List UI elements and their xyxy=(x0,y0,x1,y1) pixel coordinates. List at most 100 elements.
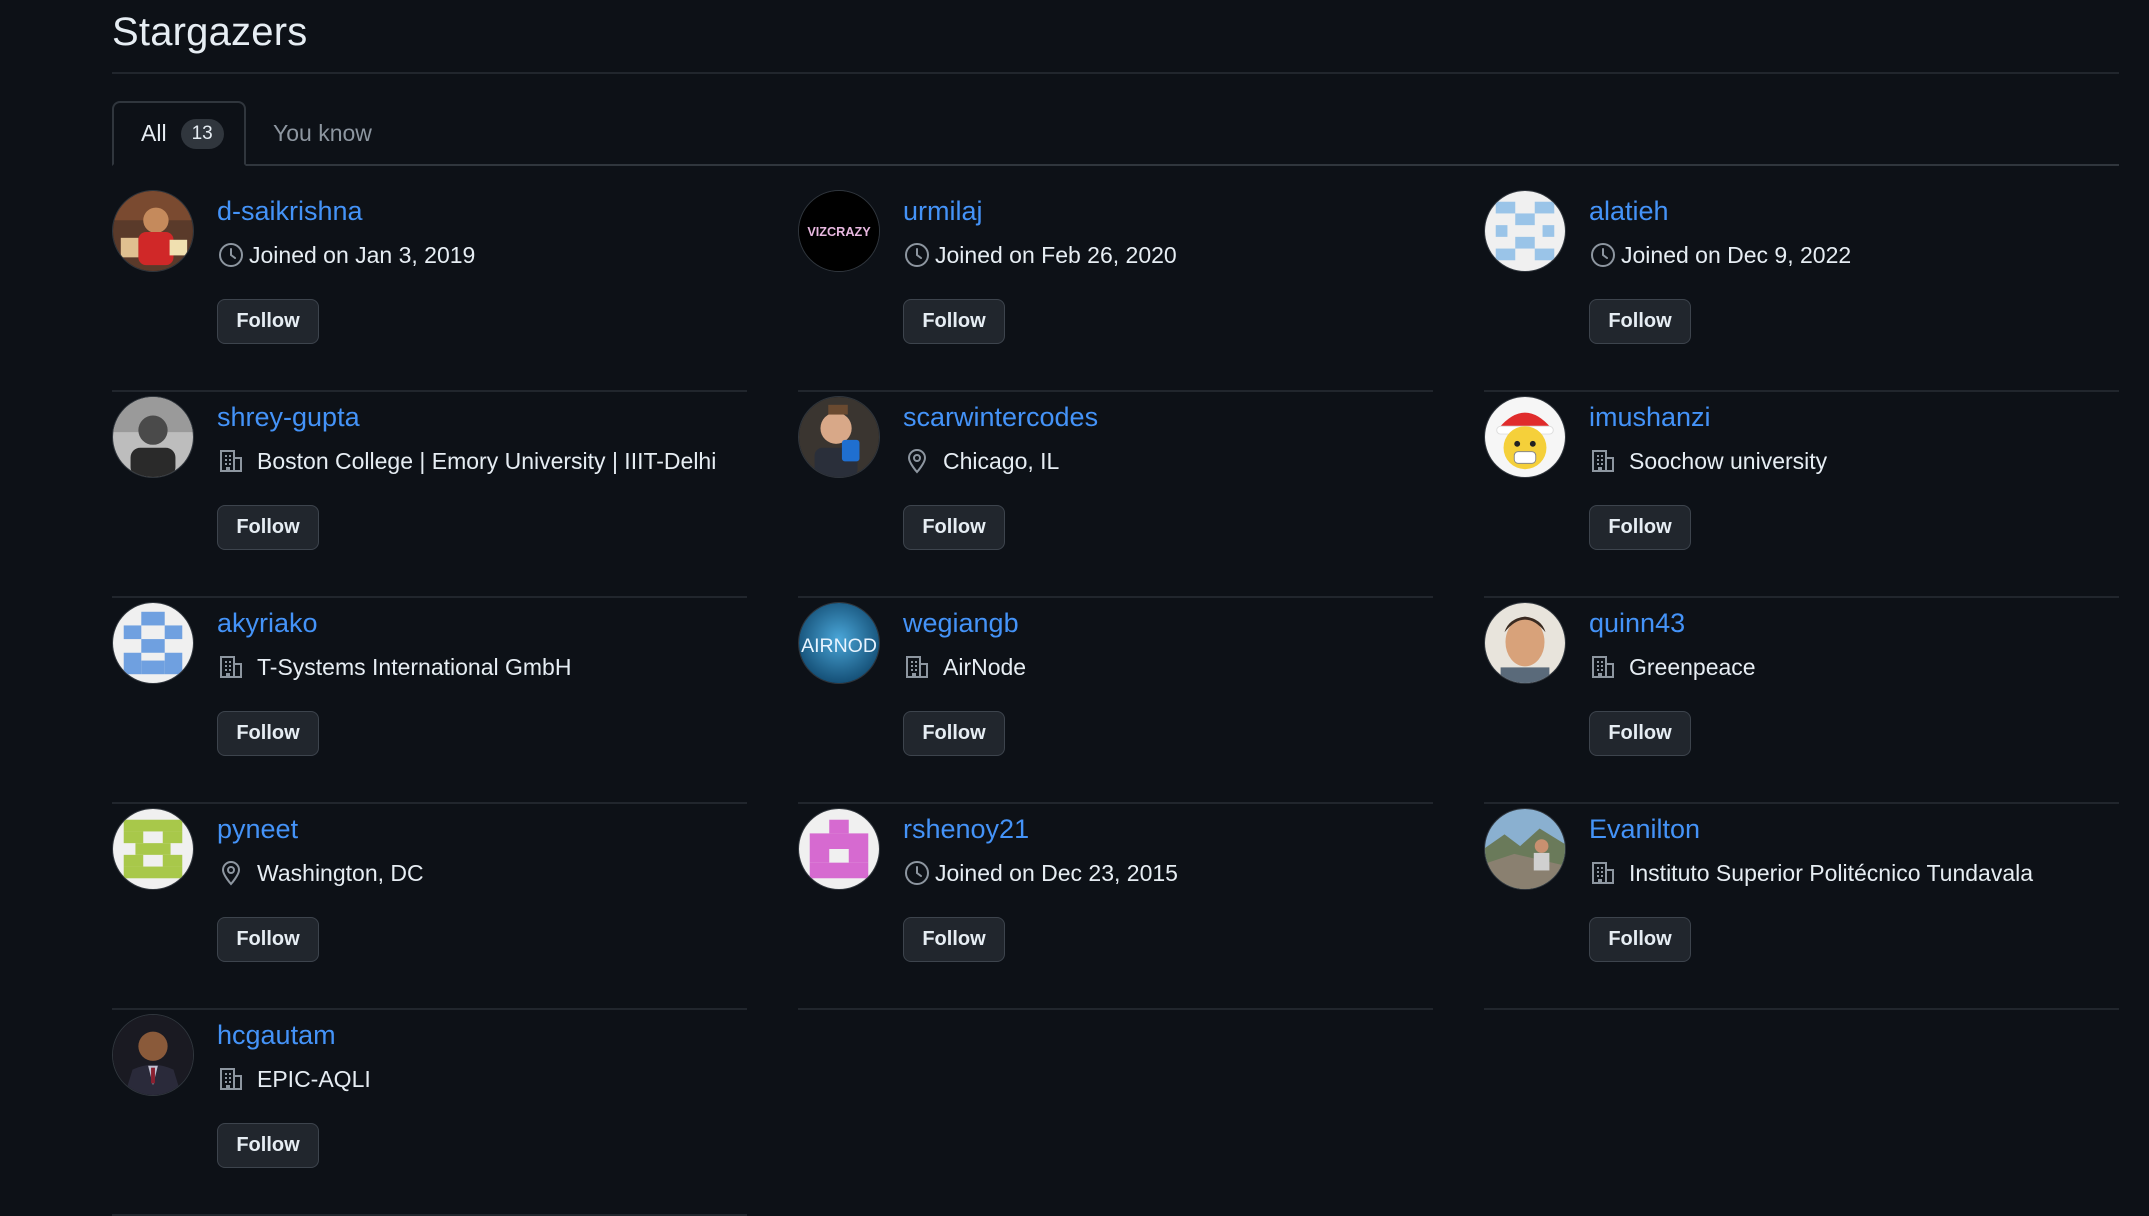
user-meta: AirNode xyxy=(903,652,1026,682)
follow-button[interactable]: Follow xyxy=(903,299,1005,344)
username-link[interactable]: alatieh xyxy=(1589,196,1669,227)
join-date: Joined on Dec 23, 2015 xyxy=(935,859,1178,886)
follow-button[interactable]: Follow xyxy=(217,1123,319,1168)
avatar[interactable] xyxy=(798,396,880,478)
username-link[interactable]: wegiangb xyxy=(903,608,1019,639)
tab-bar-divider xyxy=(112,164,2119,166)
user-meta: Joined on Dec 23, 2015 xyxy=(903,858,1178,888)
username-link[interactable]: quinn43 xyxy=(1589,608,1685,639)
organization-icon xyxy=(217,447,245,475)
location-icon xyxy=(903,447,931,475)
avatar[interactable] xyxy=(1484,808,1566,890)
tab-you-know-label: You know xyxy=(273,120,372,146)
stargazer-card: hcgautam EPIC-AQLI Follow xyxy=(112,1010,747,1216)
avatar[interactable] xyxy=(112,602,194,684)
user-meta: Joined on Dec 9, 2022 xyxy=(1589,240,1851,270)
avatar-logo-text: VIZCRAZY xyxy=(807,225,871,239)
username-link[interactable]: akyriako xyxy=(217,608,318,639)
avatar[interactable] xyxy=(112,396,194,478)
stargazer-card: pyneet Washington, DC Follow xyxy=(112,804,747,1010)
stargazer-card: VIZCRAZY urmilaj Joined on Feb 26, 2020 … xyxy=(798,186,1433,392)
avatar[interactable] xyxy=(112,808,194,890)
stargazer-card: Evanilton Instituto Superior Politécnico… xyxy=(1484,804,2119,1010)
avatar[interactable] xyxy=(1484,396,1566,478)
stargazer-card: d-saikrishna Joined on Jan 3, 2019 Follo… xyxy=(112,186,747,392)
join-date: Joined on Dec 9, 2022 xyxy=(1621,241,1852,268)
stargazer-card: scarwintercodes Chicago, IL Follow xyxy=(798,392,1433,598)
clock-icon xyxy=(1589,241,1617,269)
avatar[interactable]: AIRNOD xyxy=(798,602,880,684)
stargazer-card: rshenoy21 Joined on Dec 23, 2015 Follow xyxy=(798,804,1433,1010)
join-date: Joined on Feb 26, 2020 xyxy=(935,241,1177,268)
location-text: Chicago, IL xyxy=(943,447,1060,474)
user-meta: Instituto Superior Politécnico Tundavala xyxy=(1589,858,2033,888)
stargazer-card: alatieh Joined on Dec 9, 2022 Follow xyxy=(1484,186,2119,392)
stargazer-card: AIRNOD wegiangb AirNode Follow xyxy=(798,598,1433,804)
follow-button[interactable]: Follow xyxy=(217,505,319,550)
username-link[interactable]: pyneet xyxy=(217,814,298,845)
username-link[interactable]: hcgautam xyxy=(217,1020,336,1051)
user-meta: Soochow university xyxy=(1589,446,1827,476)
follow-button[interactable]: Follow xyxy=(1589,711,1691,756)
organization-icon xyxy=(903,653,931,681)
organization-name: Boston College | Emory University | IIIT… xyxy=(257,447,717,474)
user-meta: Boston College | Emory University | IIIT… xyxy=(217,446,716,476)
location-icon xyxy=(217,859,245,887)
organization-icon xyxy=(217,1065,245,1093)
avatar[interactable]: VIZCRAZY xyxy=(798,190,880,272)
follow-button[interactable]: Follow xyxy=(1589,917,1691,962)
stargazer-card: imushanzi Soochow university Follow xyxy=(1484,392,2119,598)
username-link[interactable]: imushanzi xyxy=(1589,402,1711,433)
follow-button[interactable]: Follow xyxy=(217,299,319,344)
clock-icon xyxy=(217,241,245,269)
username-link[interactable]: d-saikrishna xyxy=(217,196,363,227)
username-link[interactable]: Evanilton xyxy=(1589,814,1700,845)
user-meta: Joined on Feb 26, 2020 xyxy=(903,240,1177,270)
location-text: Washington, DC xyxy=(257,859,424,886)
tab-all-count-badge: 13 xyxy=(180,118,224,149)
organization-name: Instituto Superior Politécnico Tundavala xyxy=(1629,859,2034,886)
stargazer-card: akyriako T-Systems International GmbH Fo… xyxy=(112,598,747,804)
user-meta: Washington, DC xyxy=(217,858,424,888)
avatar[interactable] xyxy=(1484,602,1566,684)
tab-all[interactable]: All 13 xyxy=(112,101,246,166)
stargazer-card: quinn43 Greenpeace Follow xyxy=(1484,598,2119,804)
follow-button[interactable]: Follow xyxy=(1589,505,1691,550)
page-title: Stargazers xyxy=(112,10,308,54)
username-link[interactable]: scarwintercodes xyxy=(903,402,1098,433)
user-meta: Joined on Jan 3, 2019 xyxy=(217,240,475,270)
username-link[interactable]: shrey-gupta xyxy=(217,402,360,433)
organization-name: T-Systems International GmbH xyxy=(257,653,572,680)
tab-you-know[interactable]: You know xyxy=(273,101,372,166)
avatar[interactable] xyxy=(1484,190,1566,272)
avatar[interactable] xyxy=(798,808,880,890)
tab-all-label: All xyxy=(141,120,167,146)
tab-bar: All 13 You know xyxy=(112,101,2119,166)
follow-button[interactable]: Follow xyxy=(903,505,1005,550)
user-meta: T-Systems International GmbH xyxy=(217,652,571,682)
stargazer-card: shrey-gupta Boston College | Emory Unive… xyxy=(112,392,747,598)
follow-button[interactable]: Follow xyxy=(903,711,1005,756)
follow-button[interactable]: Follow xyxy=(903,917,1005,962)
organization-icon xyxy=(1589,447,1617,475)
username-link[interactable]: rshenoy21 xyxy=(903,814,1029,845)
avatar[interactable] xyxy=(112,190,194,272)
clock-icon xyxy=(903,241,931,269)
organization-name: Greenpeace xyxy=(1629,653,1756,680)
user-meta: EPIC-AQLI xyxy=(217,1064,371,1094)
organization-name: Soochow university xyxy=(1629,447,1828,474)
organization-icon xyxy=(217,653,245,681)
follow-button[interactable]: Follow xyxy=(217,917,319,962)
organization-icon xyxy=(1589,859,1617,887)
organization-name: AirNode xyxy=(943,653,1027,680)
organization-name: EPIC-AQLI xyxy=(257,1065,371,1092)
follow-button[interactable]: Follow xyxy=(217,711,319,756)
user-meta: Chicago, IL xyxy=(903,446,1059,476)
follow-button[interactable]: Follow xyxy=(1589,299,1691,344)
avatar[interactable] xyxy=(112,1014,194,1096)
organization-icon xyxy=(1589,653,1617,681)
title-divider xyxy=(112,72,2119,74)
username-link[interactable]: urmilaj xyxy=(903,196,983,227)
clock-icon xyxy=(903,859,931,887)
user-meta: Greenpeace xyxy=(1589,652,1756,682)
